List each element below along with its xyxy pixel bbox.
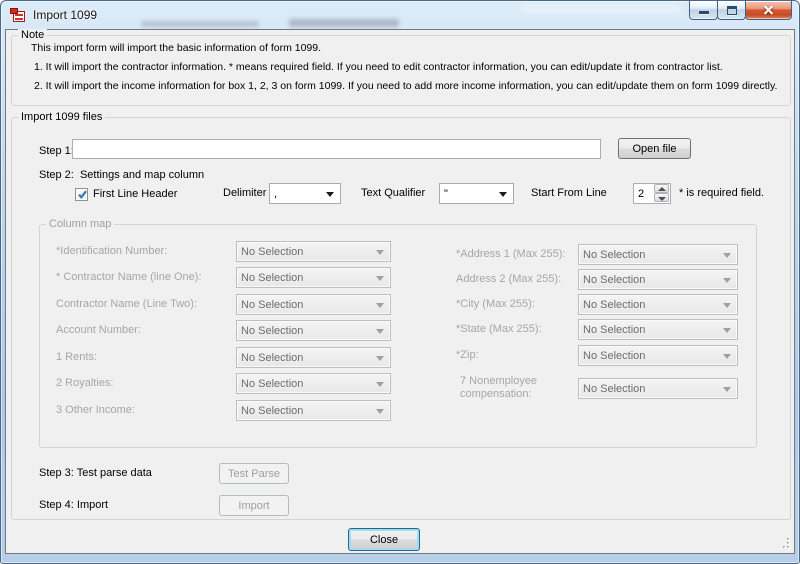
chevron-down-icon [376, 276, 384, 281]
state-label: *State (Max 255): [456, 319, 542, 340]
contractor-name-one-label: * Contractor Name (line One): [56, 267, 202, 288]
note-group-label: Note [18, 29, 47, 41]
first-line-header-checkbox[interactable] [75, 188, 88, 201]
note-line-3: 2. It will import the income information… [34, 80, 777, 92]
required-field-note: * is required field. [679, 183, 764, 204]
note-line-1: This import form will import the basic i… [31, 42, 321, 54]
close-button[interactable]: Close [348, 528, 420, 551]
account-number-select: No Selection [236, 320, 391, 341]
nonemployee-compensation-select: No Selection [578, 378, 738, 399]
contractor-name-two-label: Contractor Name (Line Two): [56, 294, 197, 315]
contractor-name-one-select: No Selection [236, 267, 391, 288]
start-from-line-label: Start From Line [531, 183, 607, 204]
royalties-label: 2 Royalties: [56, 373, 113, 394]
import-files-group: Import 1099 files Step 1: Open file Step… [11, 117, 791, 520]
account-number-label: Account Number: [56, 320, 141, 341]
minimize-button[interactable] [689, 0, 718, 20]
titlebar-glass-smudge [141, 21, 259, 27]
chevron-down-icon [376, 250, 384, 255]
text-qualifier-value: " [444, 188, 448, 200]
step2-label: Step 2: Settings and map column [39, 169, 204, 181]
zip-label: *Zip: [456, 345, 479, 366]
maximize-button[interactable] [717, 0, 746, 20]
other-income-label: 3 Other Income: [56, 400, 135, 421]
first-line-header-label: First Line Header [93, 187, 177, 202]
start-from-line-stepper[interactable]: 2 [633, 183, 671, 204]
delimiter-label: Delimiter [223, 183, 266, 204]
step3-label: Step 3: Test parse data [39, 463, 152, 484]
open-file-button[interactable]: Open file [618, 138, 691, 159]
rents-select: No Selection [236, 347, 391, 368]
dialog-body: Note This import form will import the ba… [5, 29, 795, 554]
chevron-down-icon [376, 329, 384, 334]
state-select: No Selection [578, 319, 738, 340]
chevron-down-icon [723, 253, 731, 258]
rents-label: 1 Rents: [56, 347, 97, 368]
import-files-group-label: Import 1099 files [18, 111, 105, 123]
test-parse-button: Test Parse [219, 463, 289, 484]
chevron-down-icon [376, 303, 384, 308]
checkmark-icon [76, 188, 89, 201]
resize-grip[interactable] [778, 537, 791, 550]
chevron-down-icon [723, 328, 731, 333]
text-qualifier-label: Text Qualifier [361, 183, 425, 204]
address1-select: No Selection [578, 244, 738, 265]
chevron-down-icon [326, 192, 334, 197]
city-select: No Selection [578, 294, 738, 315]
titlebar-glass-smudge [289, 19, 399, 27]
arrow-down-icon [658, 197, 666, 201]
column-map-group-label: Column map [46, 218, 114, 230]
chevron-down-icon [723, 387, 731, 392]
arrow-up-icon [658, 187, 666, 191]
maximize-icon [727, 6, 737, 15]
spinner-up-button[interactable] [654, 184, 669, 193]
note-line-2: 1. It will import the contractor informa… [34, 61, 723, 73]
titlebar-glass-reflection [521, 4, 681, 14]
chevron-down-icon [499, 192, 507, 197]
zip-select: No Selection [578, 345, 738, 366]
chevron-down-icon [376, 382, 384, 387]
delimiter-select[interactable]: , [269, 183, 341, 204]
address2-label: Address 2 (Max 255): [456, 269, 561, 290]
address1-label: *Address 1 (Max 255): [456, 244, 565, 265]
nonemployee-compensation-label: 7 Nonemployee compensation: [456, 375, 574, 401]
delimiter-value: , [274, 188, 277, 200]
window-title: Import 1099 [33, 8, 97, 22]
royalties-select: No Selection [236, 373, 391, 394]
text-qualifier-select[interactable]: " [439, 183, 514, 204]
close-icon [763, 5, 774, 15]
spinner-down-button[interactable] [654, 193, 669, 202]
titlebar[interactable]: Import 1099 [1, 1, 799, 29]
start-from-line-value: 2 [638, 188, 644, 200]
chevron-down-icon [376, 356, 384, 361]
address2-select: No Selection [578, 269, 738, 290]
column-map-group: Column map *Identification Number: No Se… [39, 224, 757, 448]
import-1099-window: Import 1099 Note This import form will i… [0, 0, 800, 564]
import-button: Import [219, 495, 289, 516]
other-income-select: No Selection [236, 400, 391, 421]
step4-label: Step 4: Import [39, 495, 108, 516]
note-group: Note This import form will import the ba… [11, 35, 791, 106]
identification-number-select: No Selection [236, 241, 391, 262]
close-window-button[interactable] [745, 0, 792, 20]
chevron-down-icon [376, 409, 384, 414]
step1-label: Step 1: [39, 141, 74, 161]
contractor-name-two-select: No Selection [236, 294, 391, 315]
minimize-icon [699, 11, 709, 14]
identification-number-label: *Identification Number: [56, 241, 167, 262]
chevron-down-icon [723, 354, 731, 359]
file-path-input[interactable] [72, 139, 601, 159]
chevron-down-icon [723, 278, 731, 283]
app-icon [10, 7, 26, 23]
chevron-down-icon [723, 303, 731, 308]
city-label: *City (Max 255): [456, 294, 535, 315]
